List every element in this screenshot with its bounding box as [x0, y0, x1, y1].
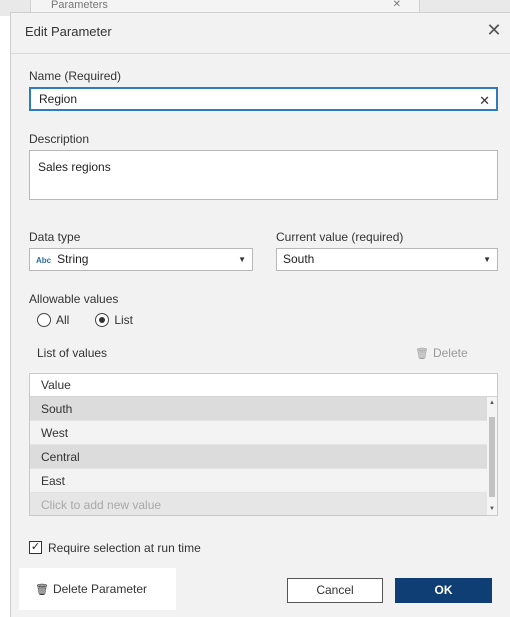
background-tab-close-icon: ✕: [392, 0, 401, 10]
background-tab-label: Parameters: [51, 0, 108, 11]
name-field[interactable]: Region ✕: [29, 87, 498, 111]
allowable-values-label: Allowable values: [29, 292, 119, 306]
allowable-values-radio-group: All List: [37, 312, 159, 330]
table-row[interactable]: Central: [30, 445, 487, 469]
radio-list-label: List: [114, 312, 134, 327]
close-icon[interactable]: ✕: [484, 19, 504, 41]
edit-parameter-dialog: Edit Parameter ✕ Name (Required) Region …: [10, 12, 510, 617]
description-label: Description: [29, 132, 90, 146]
ok-button[interactable]: OK: [395, 578, 492, 603]
trash-icon: 🗑: [415, 348, 429, 360]
chevron-down-icon: ▼: [483, 255, 491, 264]
data-type-value: String: [57, 252, 89, 266]
name-label: Name (Required): [29, 69, 122, 83]
radio-all-label: All: [56, 312, 70, 327]
delete-parameter-button[interactable]: 🗑 Delete Parameter: [35, 582, 147, 596]
delete-values-label: Delete: [432, 346, 468, 360]
clear-name-icon[interactable]: ✕: [479, 91, 490, 111]
scroll-down-icon[interactable]: ▼: [489, 506, 495, 512]
delete-parameter-label: Delete Parameter: [52, 582, 148, 596]
title-divider: [11, 53, 510, 54]
require-selection-checkbox[interactable]: ✓: [29, 541, 42, 555]
radio-all[interactable]: [37, 312, 51, 327]
radio-list[interactable]: [95, 312, 110, 327]
add-value-row[interactable]: Click to add new value: [30, 493, 487, 515]
description-field[interactable]: Sales regions: [29, 150, 498, 200]
current-value-value: South: [283, 252, 315, 266]
require-selection-label: Require selection at run time: [48, 540, 201, 555]
scrollbar-thumb[interactable]: [489, 417, 495, 497]
values-table: Value South West Central East Click to a…: [29, 373, 498, 516]
values-table-header: Value: [30, 374, 497, 397]
table-row[interactable]: South: [30, 397, 487, 421]
current-value-select[interactable]: South ▼: [276, 248, 498, 271]
list-of-values-label: List of values: [37, 346, 108, 360]
scroll-up-icon[interactable]: ▲: [489, 400, 495, 406]
values-scrollbar[interactable]: ▲ ▼: [487, 397, 497, 515]
description-field-value: Sales regions: [38, 160, 111, 174]
data-type-label: Data type: [29, 230, 81, 244]
delete-values-button[interactable]: 🗑 Delete: [415, 346, 468, 360]
dialog-title: Edit Parameter: [25, 24, 112, 39]
current-value-label: Current value (required): [276, 230, 404, 244]
trash-icon: 🗑: [35, 584, 49, 596]
chevron-down-icon: ▼: [238, 255, 246, 264]
table-row[interactable]: East: [30, 469, 487, 493]
cancel-button[interactable]: Cancel: [287, 578, 383, 603]
require-selection-option: ✓ Require selection at run time: [29, 540, 201, 555]
data-type-select[interactable]: Abc String ▼: [29, 248, 253, 271]
name-field-value: Region: [39, 92, 78, 106]
dialog-titlebar: Edit Parameter ✕: [11, 13, 510, 53]
string-type-icon: Abc: [36, 256, 52, 265]
table-row[interactable]: West: [30, 421, 487, 445]
